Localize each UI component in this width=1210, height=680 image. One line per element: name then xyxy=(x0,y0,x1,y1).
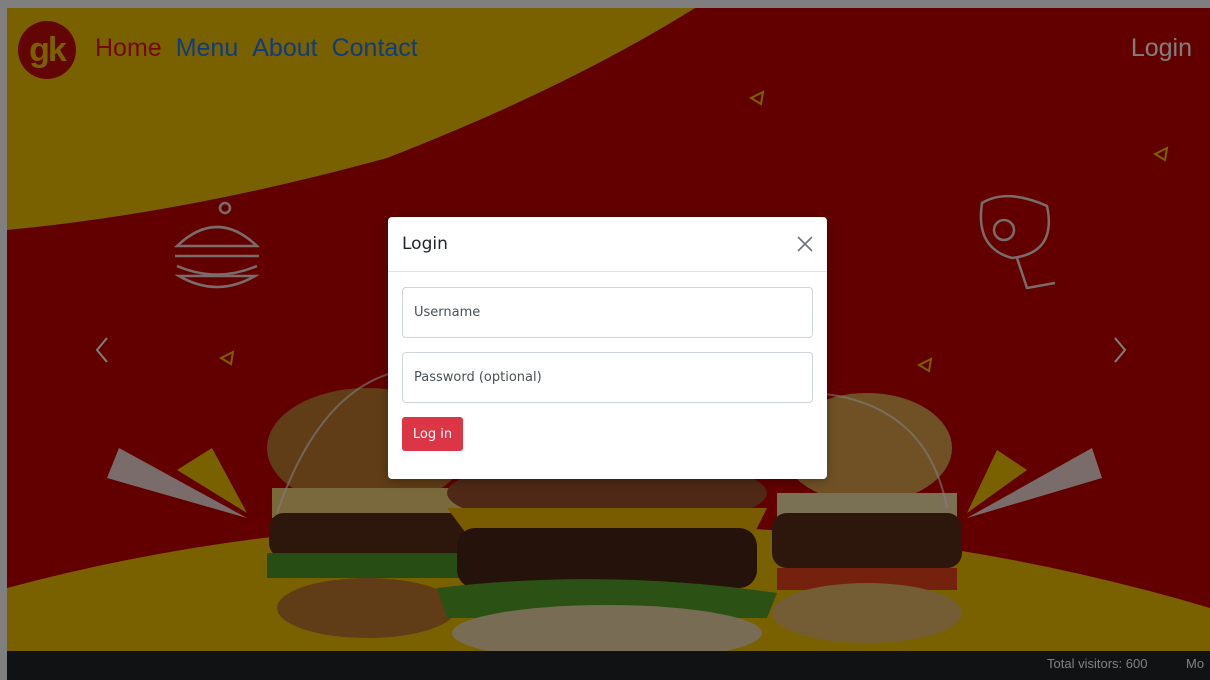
login-submit-button[interactable]: Log in xyxy=(402,417,463,451)
login-modal: Login Log in xyxy=(388,217,827,479)
modal-header: Login xyxy=(388,217,827,272)
modal-title: Login xyxy=(402,234,448,254)
close-icon[interactable] xyxy=(795,234,815,254)
username-input[interactable] xyxy=(402,287,813,338)
password-input[interactable] xyxy=(402,352,813,403)
